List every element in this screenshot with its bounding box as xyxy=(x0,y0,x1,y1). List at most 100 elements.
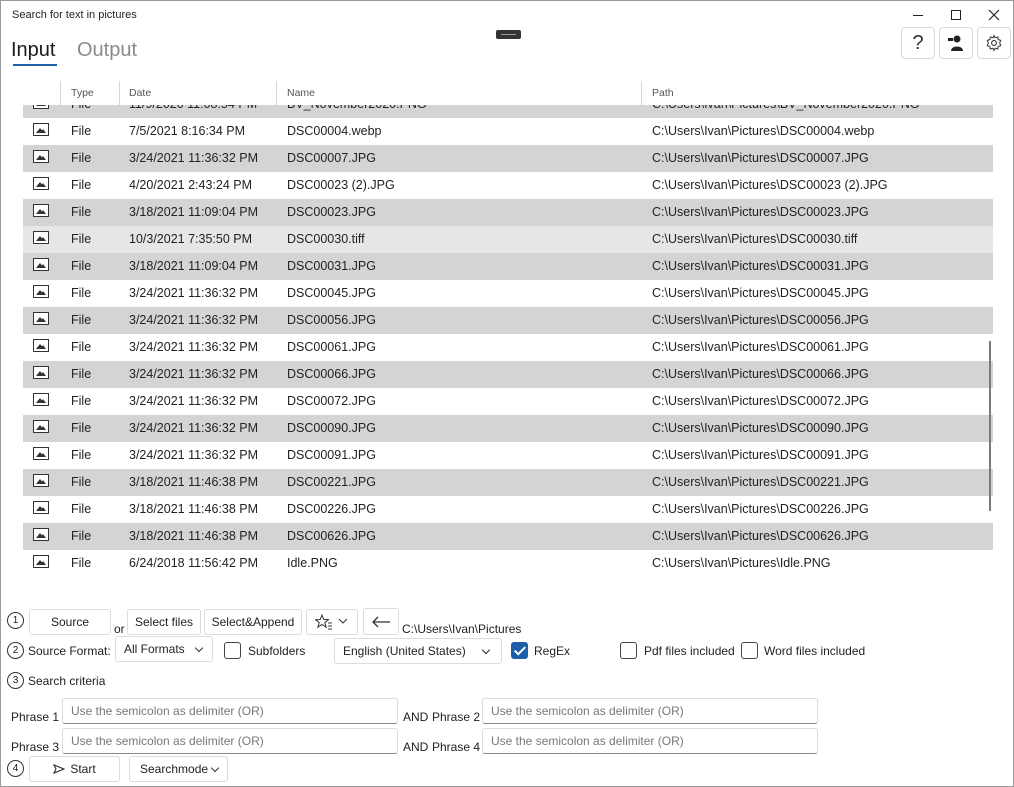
vertical-scrollbar[interactable] xyxy=(989,341,991,511)
favorites-dropdown-button[interactable] xyxy=(306,609,358,635)
cell-type: File xyxy=(71,232,92,246)
close-button[interactable] xyxy=(975,1,1013,29)
cell-date: 4/20/2021 2:43:24 PM xyxy=(129,178,253,192)
subfolders-checkbox[interactable] xyxy=(224,642,241,659)
table-row[interactable]: File 3/24/2021 11:36:32 PM DSC00090.JPG C:\… xyxy=(23,415,993,442)
phrase-2-input[interactable] xyxy=(482,698,818,724)
regex-checkbox[interactable] xyxy=(511,642,528,659)
image-file-icon xyxy=(33,474,49,487)
table-row[interactable]: File 3/24/2021 11:36:32 PM DSC00072.JPG C:\… xyxy=(23,388,993,415)
word-files-label: Word files included xyxy=(764,644,866,658)
cell-type: File xyxy=(71,556,92,570)
column-header-name[interactable]: Name xyxy=(287,87,315,99)
column-separator[interactable] xyxy=(641,81,642,105)
table-row[interactable]: File 10/3/2021 7:35:50 PM DSC00030.tiff C:\… xyxy=(23,226,993,253)
table-row[interactable]: File 7/5/2021 8:16:34 PM DSC00004.webp C:\U… xyxy=(23,118,993,145)
column-header-path[interactable]: Path xyxy=(652,87,674,99)
cell-type: File xyxy=(71,259,92,273)
step-3-badge: 3 xyxy=(7,672,24,689)
title-bar[interactable]: Search for text in pictures xyxy=(1,1,1013,31)
cell-type: File xyxy=(71,178,92,192)
table-row[interactable]: File 6/24/2018 11:56:42 PM Idle.PNG C:\User… xyxy=(23,550,993,577)
cell-type: File xyxy=(71,313,92,327)
image-icon xyxy=(33,474,49,487)
help-button[interactable]: ? xyxy=(901,27,935,59)
table-row[interactable]: File 3/18/2021 11:09:04 PM DSC00031.JPG C:\… xyxy=(23,253,993,280)
select-files-button[interactable]: Select files xyxy=(127,609,201,635)
cell-name: DSC00626.JPG xyxy=(287,529,376,543)
cell-date: 3/24/2021 11:36:32 PM xyxy=(129,340,259,354)
cell-type: File xyxy=(71,205,92,219)
pdf-files-checkbox[interactable] xyxy=(620,642,637,659)
start-button[interactable]: Start xyxy=(29,756,120,782)
cell-path: C:\Users\Ivan\Pictures\DSC00091.JPG xyxy=(652,448,869,462)
help-icon: ? xyxy=(912,31,924,54)
table-row[interactable]: File 3/24/2021 11:36:32 PM DSC00056.JPG C:\… xyxy=(23,307,993,334)
cell-path: C:\Users\Ivan\Pictures\DSC00023 (2).JPG xyxy=(652,178,888,192)
cell-path: C:\Users\Ivan\Pictures\DSC00023.JPG xyxy=(652,205,869,219)
cell-path: C:\Users\Ivan\Pictures\DSC00004.webp xyxy=(652,124,875,138)
image-file-icon xyxy=(33,447,49,460)
table-row[interactable]: File 3/24/2021 11:36:32 PM DSC00007.JPG C:\… xyxy=(23,145,993,172)
file-grid[interactable]: Type Date Name Path File11/9/2020 11:08:… xyxy=(23,81,993,597)
and-label: AND xyxy=(403,710,429,724)
table-row[interactable]: File 3/18/2021 11:46:38 PM DSC00226.JPG C:\… xyxy=(23,496,993,523)
column-separator[interactable] xyxy=(119,81,120,105)
current-path-label: C:\Users\Ivan\Pictures xyxy=(402,622,522,636)
image-file-icon xyxy=(33,366,49,379)
cell-name: Idle.PNG xyxy=(287,556,338,570)
cell-date: 3/24/2021 11:36:32 PM xyxy=(129,394,259,408)
language-select[interactable]: English (United States) xyxy=(334,638,502,664)
image-icon xyxy=(33,231,49,244)
cell-path: C:\Users\Ivan\Pictures\DSC00066.JPG xyxy=(652,367,869,381)
cell-date: 3/18/2021 11:46:38 PM xyxy=(129,502,259,516)
column-separator[interactable] xyxy=(60,81,61,105)
drag-handle-icon[interactable] xyxy=(496,30,521,39)
column-separator[interactable] xyxy=(276,81,277,105)
image-file-icon xyxy=(33,258,49,271)
cell-name: DSC00023 (2).JPG xyxy=(287,178,395,192)
cell-name: DSC00056.JPG xyxy=(287,313,376,327)
image-file-icon xyxy=(33,420,49,433)
table-row[interactable]: File 3/24/2021 11:36:32 PM DSC00061.JPG C:\… xyxy=(23,334,993,361)
image-icon xyxy=(33,420,49,433)
format-select[interactable]: All Formats xyxy=(115,636,213,662)
image-icon xyxy=(33,501,49,514)
cell-date: 3/24/2021 11:36:32 PM xyxy=(129,286,259,300)
word-files-checkbox[interactable] xyxy=(741,642,758,659)
table-row[interactable]: File 4/20/2021 2:43:24 PM DSC00023 (2).JPG… xyxy=(23,172,993,199)
send-icon xyxy=(53,764,66,774)
star-list-icon xyxy=(315,614,348,630)
phrase-1-input[interactable] xyxy=(62,698,398,724)
cell-date: 3/24/2021 11:36:32 PM xyxy=(129,448,259,462)
cell-path: C:\Users\Ivan\Pictures\DSC00045.JPG xyxy=(652,286,869,300)
table-row[interactable]: File 3/24/2021 11:36:32 PM DSC00045.JPG C:\… xyxy=(23,280,993,307)
cell-path: C:\Users\Ivan\Pictures\DSC00056.JPG xyxy=(652,313,869,327)
source-button[interactable]: Source xyxy=(29,609,111,635)
cell-type: File xyxy=(71,448,92,462)
column-header-date[interactable]: Date xyxy=(129,87,151,99)
select-append-button[interactable]: Select&Append xyxy=(204,609,302,635)
tab-input[interactable]: Input xyxy=(11,39,55,62)
maximize-button[interactable] xyxy=(937,1,975,29)
table-row[interactable]: File 3/24/2021 11:36:32 PM DSC00091.JPG C:\… xyxy=(23,442,993,469)
settings-button[interactable] xyxy=(977,27,1011,59)
phrase-4-label: Phrase 4 xyxy=(432,740,481,754)
cell-date: 3/24/2021 11:36:32 PM xyxy=(129,421,259,435)
column-header-type[interactable]: Type xyxy=(71,87,94,99)
table-row[interactable]: File 3/24/2021 11:36:32 PM DSC00066.JPG C:\… xyxy=(23,361,993,388)
searchmode-select[interactable]: Searchmode xyxy=(129,756,228,782)
table-row[interactable]: File 3/18/2021 11:46:38 PM DSC00221.JPG C:\… xyxy=(23,469,993,496)
table-row[interactable]: File 3/18/2021 11:09:04 PM DSC00023.JPG C:\… xyxy=(23,199,993,226)
table-row[interactable]: File 3/18/2021 11:46:38 PM DSC00626.JPG C:\… xyxy=(23,523,993,550)
tab-output[interactable]: Output xyxy=(77,39,137,62)
minimize-button[interactable] xyxy=(899,1,937,29)
account-button[interactable] xyxy=(939,27,973,59)
regex-label: RegEx xyxy=(534,644,571,658)
phrase-3-input[interactable] xyxy=(62,728,398,754)
start-button-label: Start xyxy=(70,762,96,776)
cell-type: File xyxy=(71,475,92,489)
gear-icon xyxy=(986,34,1002,52)
phrase-4-input[interactable] xyxy=(482,728,818,754)
back-button[interactable] xyxy=(363,608,399,635)
